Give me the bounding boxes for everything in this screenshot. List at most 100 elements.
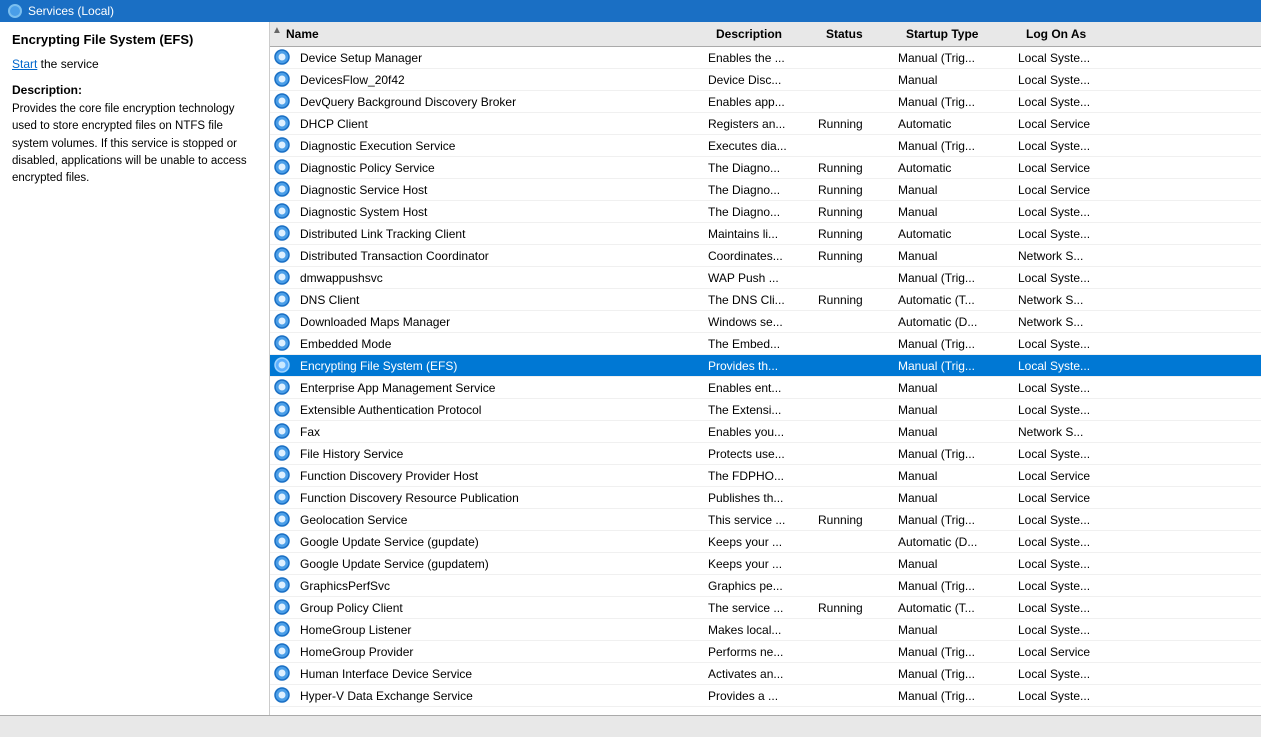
table-row[interactable]: Distributed Link Tracking ClientMaintain… bbox=[270, 223, 1261, 245]
service-icon bbox=[274, 71, 292, 89]
service-startup-type: Automatic (T... bbox=[894, 599, 1014, 617]
service-logon: Local Syste... bbox=[1014, 533, 1134, 551]
table-row[interactable]: Geolocation ServiceThis service ...Runni… bbox=[270, 509, 1261, 531]
service-name: Geolocation Service bbox=[296, 511, 704, 529]
col-header-description[interactable]: Description bbox=[712, 25, 822, 43]
table-row[interactable]: DHCP ClientRegisters an...RunningAutomat… bbox=[270, 113, 1261, 135]
table-row[interactable]: Device Setup ManagerEnables the ...Manua… bbox=[270, 47, 1261, 69]
column-header-row: ▲ Name Description Status Startup Type L… bbox=[270, 22, 1261, 47]
table-row[interactable]: Encrypting File System (EFS)Provides th.… bbox=[270, 355, 1261, 377]
service-icon bbox=[274, 335, 292, 353]
service-startup-type: Automatic bbox=[894, 159, 1014, 177]
service-name: Downloaded Maps Manager bbox=[296, 313, 704, 331]
service-description: The Diagno... bbox=[704, 203, 814, 221]
service-status bbox=[814, 56, 894, 60]
col-header-name[interactable]: Name bbox=[282, 25, 712, 43]
service-status bbox=[814, 342, 894, 346]
service-status bbox=[814, 408, 894, 412]
service-logon: Local Syste... bbox=[1014, 687, 1134, 705]
service-startup-type: Manual (Trig... bbox=[894, 269, 1014, 287]
service-name: Google Update Service (gupdatem) bbox=[296, 555, 704, 573]
service-name: Function Discovery Resource Publication bbox=[296, 489, 704, 507]
service-startup-type: Automatic (D... bbox=[894, 533, 1014, 551]
service-icon bbox=[274, 577, 292, 595]
table-row[interactable]: DevQuery Background Discovery BrokerEnab… bbox=[270, 91, 1261, 113]
table-row[interactable]: Diagnostic System HostThe Diagno...Runni… bbox=[270, 201, 1261, 223]
service-logon: Local Syste... bbox=[1014, 379, 1134, 397]
table-row[interactable]: GraphicsPerfSvcGraphics pe...Manual (Tri… bbox=[270, 575, 1261, 597]
service-name: Hyper-V Data Exchange Service bbox=[296, 687, 704, 705]
main-container: Encrypting File System (EFS) Start the s… bbox=[0, 22, 1261, 715]
service-name: Extensible Authentication Protocol bbox=[296, 401, 704, 419]
service-startup-type: Manual bbox=[894, 621, 1014, 639]
service-status bbox=[814, 496, 894, 500]
service-status bbox=[814, 562, 894, 566]
service-status bbox=[814, 386, 894, 390]
service-logon: Network S... bbox=[1014, 247, 1134, 265]
table-row[interactable]: Enterprise App Management ServiceEnables… bbox=[270, 377, 1261, 399]
service-status: Running bbox=[814, 511, 894, 529]
table-row[interactable]: Google Update Service (gupdate)Keeps you… bbox=[270, 531, 1261, 553]
table-row[interactable]: Google Update Service (gupdatem)Keeps yo… bbox=[270, 553, 1261, 575]
service-name: Encrypting File System (EFS) bbox=[296, 357, 704, 375]
service-startup-type: Manual (Trig... bbox=[894, 665, 1014, 683]
service-startup-type: Manual bbox=[894, 181, 1014, 199]
table-row[interactable]: Human Interface Device ServiceActivates … bbox=[270, 663, 1261, 685]
col-header-status[interactable]: Status bbox=[822, 25, 902, 43]
service-name: Enterprise App Management Service bbox=[296, 379, 704, 397]
table-row[interactable]: Function Discovery Provider HostThe FDPH… bbox=[270, 465, 1261, 487]
table-row[interactable]: DNS ClientThe DNS Cli...RunningAutomatic… bbox=[270, 289, 1261, 311]
service-icon bbox=[274, 225, 292, 243]
service-name: Fax bbox=[296, 423, 704, 441]
service-startup-type: Manual (Trig... bbox=[894, 511, 1014, 529]
table-row[interactable]: Embedded ModeThe Embed...Manual (Trig...… bbox=[270, 333, 1261, 355]
status-bar bbox=[0, 715, 1261, 737]
service-description: Executes dia... bbox=[704, 137, 814, 155]
table-row[interactable]: Diagnostic Service HostThe Diagno...Runn… bbox=[270, 179, 1261, 201]
table-row[interactable]: Function Discovery Resource PublicationP… bbox=[270, 487, 1261, 509]
service-name: Group Policy Client bbox=[296, 599, 704, 617]
service-startup-type: Manual bbox=[894, 203, 1014, 221]
sort-indicator: ▲ bbox=[270, 25, 282, 43]
table-row[interactable]: File History ServiceProtects use...Manua… bbox=[270, 443, 1261, 465]
col-header-startup[interactable]: Startup Type bbox=[902, 25, 1022, 43]
service-logon: Local Syste... bbox=[1014, 225, 1134, 243]
service-status: Running bbox=[814, 247, 894, 265]
table-row[interactable]: HomeGroup ProviderPerforms ne...Manual (… bbox=[270, 641, 1261, 663]
table-row[interactable]: FaxEnables you...ManualNetwork S... bbox=[270, 421, 1261, 443]
left-panel: Encrypting File System (EFS) Start the s… bbox=[0, 22, 270, 715]
table-row[interactable]: Extensible Authentication ProtocolThe Ex… bbox=[270, 399, 1261, 421]
table-row[interactable]: Group Policy ClientThe service ...Runnin… bbox=[270, 597, 1261, 619]
service-logon: Local Syste... bbox=[1014, 357, 1134, 375]
service-logon: Local Syste... bbox=[1014, 665, 1134, 683]
service-logon: Local Syste... bbox=[1014, 599, 1134, 617]
service-name: DevQuery Background Discovery Broker bbox=[296, 93, 704, 111]
service-startup-type: Manual bbox=[894, 555, 1014, 573]
service-startup-type: Manual (Trig... bbox=[894, 93, 1014, 111]
table-row[interactable]: HomeGroup ListenerMakes local...ManualLo… bbox=[270, 619, 1261, 641]
service-icon bbox=[274, 555, 292, 573]
service-icon bbox=[274, 401, 292, 419]
service-logon: Local Syste... bbox=[1014, 445, 1134, 463]
service-icon bbox=[274, 203, 292, 221]
panel-title: Encrypting File System (EFS) bbox=[12, 32, 257, 47]
table-row[interactable]: Downloaded Maps ManagerWindows se...Auto… bbox=[270, 311, 1261, 333]
service-description: The Embed... bbox=[704, 335, 814, 353]
table-row[interactable]: Diagnostic Execution ServiceExecutes dia… bbox=[270, 135, 1261, 157]
service-name: Diagnostic Execution Service bbox=[296, 137, 704, 155]
service-description: WAP Push ... bbox=[704, 269, 814, 287]
service-startup-type: Automatic bbox=[894, 225, 1014, 243]
service-status bbox=[814, 540, 894, 544]
col-header-logon[interactable]: Log On As bbox=[1022, 25, 1142, 43]
table-row[interactable]: Distributed Transaction CoordinatorCoord… bbox=[270, 245, 1261, 267]
table-row[interactable]: dmwappushsvcWAP Push ...Manual (Trig...L… bbox=[270, 267, 1261, 289]
service-description: The Extensi... bbox=[704, 401, 814, 419]
service-logon: Local Service bbox=[1014, 159, 1134, 177]
table-row[interactable]: DevicesFlow_20f42Device Disc...ManualLoc… bbox=[270, 69, 1261, 91]
table-row[interactable]: Diagnostic Policy ServiceThe Diagno...Ru… bbox=[270, 157, 1261, 179]
service-icon bbox=[274, 181, 292, 199]
table-row[interactable]: Hyper-V Data Exchange ServiceProvides a … bbox=[270, 685, 1261, 707]
start-service-link[interactable]: Start bbox=[12, 57, 37, 71]
service-logon: Local Service bbox=[1014, 489, 1134, 507]
service-startup-type: Automatic (T... bbox=[894, 291, 1014, 309]
